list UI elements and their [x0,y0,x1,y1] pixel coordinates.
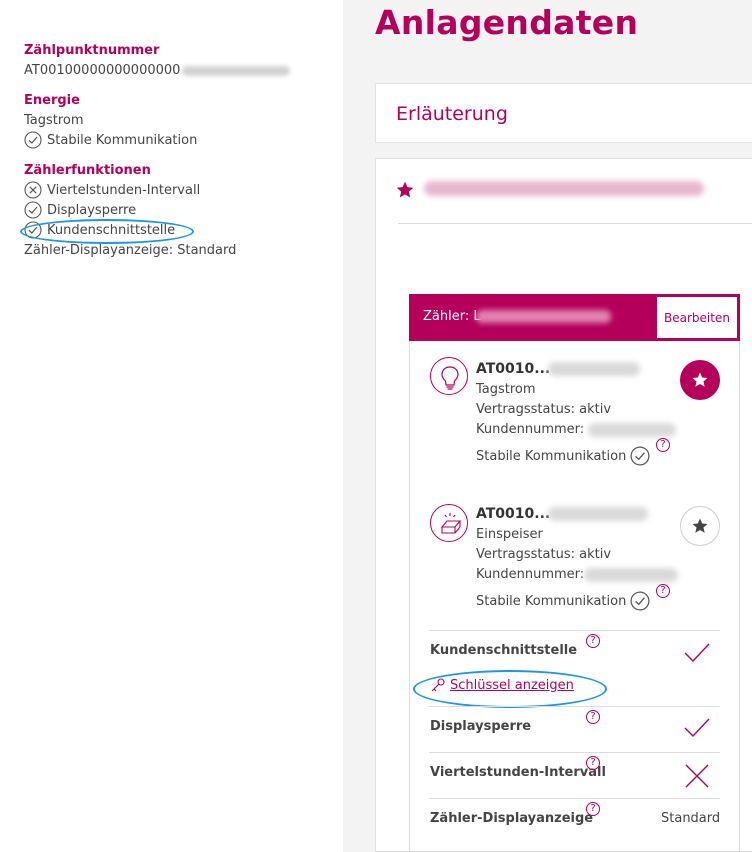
edit-button[interactable]: Bearbeiten [656,296,738,339]
lightbulb-icon [441,366,459,390]
favorite-button[interactable] [680,506,720,546]
meter-1-contract: Vertragsstatus: aktiv [476,402,612,417]
divider [429,798,720,799]
star-icon [692,372,708,387]
explanation-label: Erläuterung [396,103,508,125]
help-icon[interactable]: ? [656,438,670,452]
help-icon[interactable]: ? [586,710,600,724]
energy-value: Tagstrom [24,113,84,128]
meter-2-id: AT0010... [476,506,551,522]
energy-heading: Energie [24,93,80,108]
display-mode-value: Standard [661,811,721,826]
meter-2-status: Stabile Kommunikation [476,591,650,611]
meter-1-status: Stabile Kommunikation [476,446,650,466]
meter-1-customer-redacted [588,423,676,437]
meter-point-value: AT00100000000000000 [24,63,291,78]
customer-interface-label: Kundenschnittstelle [430,643,578,658]
star-icon [692,518,708,533]
checkmark-icon [684,643,710,663]
check-circle-icon [630,446,650,466]
meter-1-id: AT0010... [476,361,551,377]
favorite-button[interactable] [680,360,720,400]
function-quarter-hour: Viertelstunden-Intervall [24,181,200,199]
address-redacted [424,181,704,196]
meter-2-customer-redacted [584,568,678,582]
divider [398,223,752,224]
meter-2-customer: Kundennummer: [476,567,585,582]
display-lock-label: Displaysperre [430,719,532,734]
meter-id-redacted [476,310,611,323]
help-icon[interactable]: ? [586,634,600,648]
meter-point-heading: Zählpunktnummer [24,43,160,58]
help-icon[interactable]: ? [586,802,600,816]
meter-icon-wrap [430,357,468,395]
display-mode-summary: Zähler-Displayanzeige: Standard [24,243,237,258]
check-circle-icon [24,201,42,219]
meter-1-id-redacted [548,362,640,376]
meter-2-contract: Vertragsstatus: aktiv [476,547,612,562]
checkmark-icon [684,718,710,738]
meter-icon-wrap [430,504,468,542]
cross-icon [685,764,709,788]
divider [429,752,720,753]
functions-heading: Zählerfunktionen [24,163,151,178]
meter-2-type: Einspeiser [476,527,543,542]
highlight-ellipse [20,219,194,244]
quarter-hour-label: Viertelstunden-Intervall [430,765,606,780]
function-display-lock: Displaysperre [24,201,136,219]
meter-label: Zähler: L [423,309,481,324]
highlight-ellipse [413,670,607,708]
solar-panel-icon [440,513,462,534]
help-icon[interactable]: ? [586,756,600,770]
meter-2-id-redacted [548,507,648,521]
meter-1-type: Tagstrom [476,382,536,397]
divider [429,706,720,707]
divider [429,630,720,631]
help-icon[interactable]: ? [656,584,670,598]
display-mode-label: Zähler-Displayanzeige [430,811,594,826]
energy-status: Stabile Kommunikation [24,131,197,149]
page-title: Anlagendaten [375,3,639,42]
check-circle-icon [630,591,650,611]
explanation-panel[interactable]: Erläuterung [375,83,752,143]
meter-1-customer: Kundennummer: [476,422,585,437]
favorite-star-icon[interactable] [395,180,415,200]
x-circle-icon [24,181,42,199]
check-circle-icon [24,131,42,149]
